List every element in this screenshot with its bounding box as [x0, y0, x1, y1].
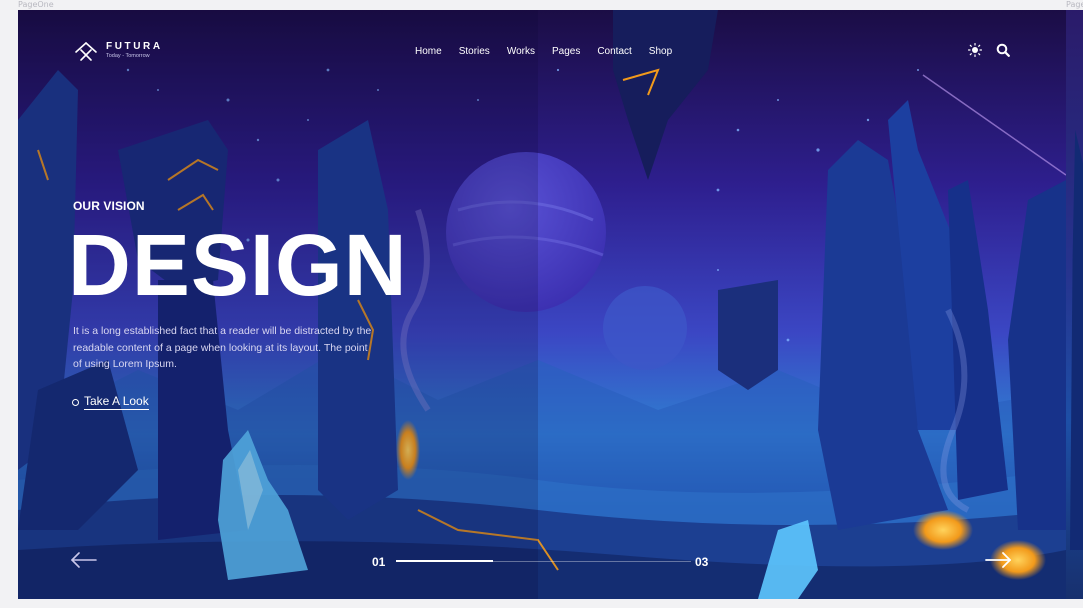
slide-total-number: 03 [695, 555, 709, 569]
sun-icon[interactable] [968, 43, 982, 57]
hero-canvas: FUTURA Today - Tomorrow Home Stories Wor… [18, 10, 1066, 599]
nav-item-stories[interactable]: Stories [459, 46, 490, 57]
hero-description: It is a long established fact that a rea… [73, 325, 372, 370]
next-page-rock-shape [1070, 130, 1083, 550]
hero-eyebrow: OUR VISION [73, 199, 145, 213]
header-actions [968, 43, 1010, 57]
nav-item-pages[interactable]: Pages [552, 46, 580, 57]
brand-tagline: Today - Tomorrow [106, 53, 150, 60]
frame-label-left: PageOne [18, 0, 54, 9]
slide-current-number: 01 [372, 555, 386, 569]
arrow-right-icon[interactable] [984, 552, 1012, 568]
search-icon[interactable] [996, 43, 1010, 57]
slider-progress-fill [396, 560, 494, 562]
nav-item-shop[interactable]: Shop [649, 46, 672, 57]
arrow-left-icon[interactable] [70, 552, 98, 568]
nav-item-contact[interactable]: Contact [597, 46, 631, 57]
brand-logo[interactable]: FUTURA Today - Tomorrow [72, 40, 163, 62]
circle-bullet-icon [72, 398, 79, 406]
take-a-look-link[interactable]: Take A Look [72, 394, 149, 410]
main-nav: Home Stories Works Pages Contact Shop [415, 46, 672, 57]
slider-progress-track [396, 560, 691, 562]
nav-item-works[interactable]: Works [507, 46, 535, 57]
frame-label-right: Page [1066, 0, 1083, 9]
hero-title: DESIGN [68, 217, 408, 314]
nav-item-home[interactable]: Home [415, 46, 442, 57]
futura-x-logo-icon [75, 42, 97, 61]
next-page-preview [1066, 10, 1083, 599]
cta-label: Take A Look [84, 394, 149, 410]
brand-name: FUTURA [106, 41, 163, 53]
